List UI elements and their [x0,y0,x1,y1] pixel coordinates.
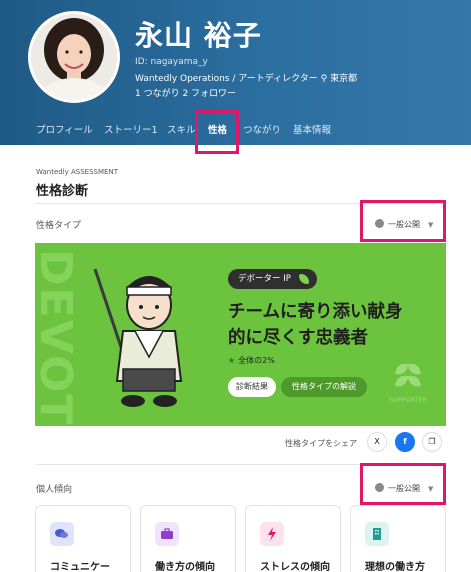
card-title: 理想の働き方 [365,562,425,572]
job-title: / アートディレクター [229,74,318,84]
assessment-title: 性格診断 [36,184,89,199]
supporter-label: SUPPORTER [388,396,428,404]
x-share-button[interactable]: X [367,432,387,452]
leaf-icon [298,274,309,284]
active-tab-highlight [195,110,239,154]
star-icon: ★ [228,356,236,365]
profile-role: Wantedly Operations / アートディレクター ⚲ 東京都 [135,71,357,84]
card-title: ストレスの傾向 [260,562,330,572]
type-catchphrase: チームに寄り添い献身 的に尽くす忠義者 [228,299,402,351]
facebook-icon: f [403,437,407,446]
card-title: 働き方の傾向 [155,562,215,572]
bolt-icon [260,522,284,546]
percentage-text: 全体の2% [238,356,275,365]
tendency-card-stress[interactable]: ストレスの傾向 [245,505,341,572]
copy-icon: ❐ [428,437,436,446]
tab-basic-info[interactable]: 基本情報 [293,122,331,136]
facebook-share-button[interactable]: f [395,432,415,452]
chat-icon [50,522,74,546]
location-pin-icon: ⚲ [320,74,328,84]
share-label: 性格タイプをシェア [285,439,357,448]
personality-type-label: 性格タイプ [36,221,82,231]
company-link[interactable]: Wantedly Operations [135,74,230,84]
visibility-highlight [360,200,446,242]
card-title: コミュニケー [50,562,110,572]
type-badge: デボーター IP [228,269,317,289]
tendency-label: 個人傾向 [36,485,73,495]
tendency-card-ideal-work[interactable]: 理想の働き方 [350,505,446,572]
connections-count[interactable]: 1 つながり 2 フォロワー [135,86,236,99]
tab-profile[interactable]: プロフィール [36,122,93,136]
location: 東京都 [330,74,358,84]
x-icon: X [374,437,380,446]
tab-connections[interactable]: つながり [243,122,281,136]
catchphrase-line-2: 的に尽くす忠義者 [228,328,368,348]
briefcase-icon [155,522,179,546]
copy-link-button[interactable]: ❐ [422,432,442,452]
tendency-card-communication[interactable]: コミュニケー [35,505,131,572]
tab-skill[interactable]: スキル [167,122,196,136]
banner-background-word: DEVOTEE [35,249,81,426]
profile-name: 永山 裕子 [135,19,262,52]
samurai-illustration [93,268,183,407]
type-explanation-button[interactable]: 性格タイプの解説 [281,377,367,397]
avatar[interactable] [28,11,120,103]
type-percentage: ★ 全体の2% [228,355,275,366]
tendency-card-work-style[interactable]: 働き方の傾向 [140,505,236,572]
assessment-label: Wantedly ASSESSMENT [36,168,118,176]
supporter-emblem: SUPPORTER [380,360,436,404]
supporter-leaf-icon [395,363,421,387]
profile-id: ID: nagayama_y [135,57,208,67]
result-button[interactable]: 診断結果 [228,377,276,397]
visibility-highlight [360,463,446,505]
building-icon [365,522,389,546]
tab-story[interactable]: ストーリー1 [104,122,158,136]
catchphrase-line-1: チームに寄り添い献身 [228,302,403,322]
personality-type-banner: DEVOTEE デボーター IP チームに寄り添い献身 的に尽くす忠義者 ★ 全体の… [35,243,446,426]
type-badge-text: デボーター IP [238,274,291,284]
